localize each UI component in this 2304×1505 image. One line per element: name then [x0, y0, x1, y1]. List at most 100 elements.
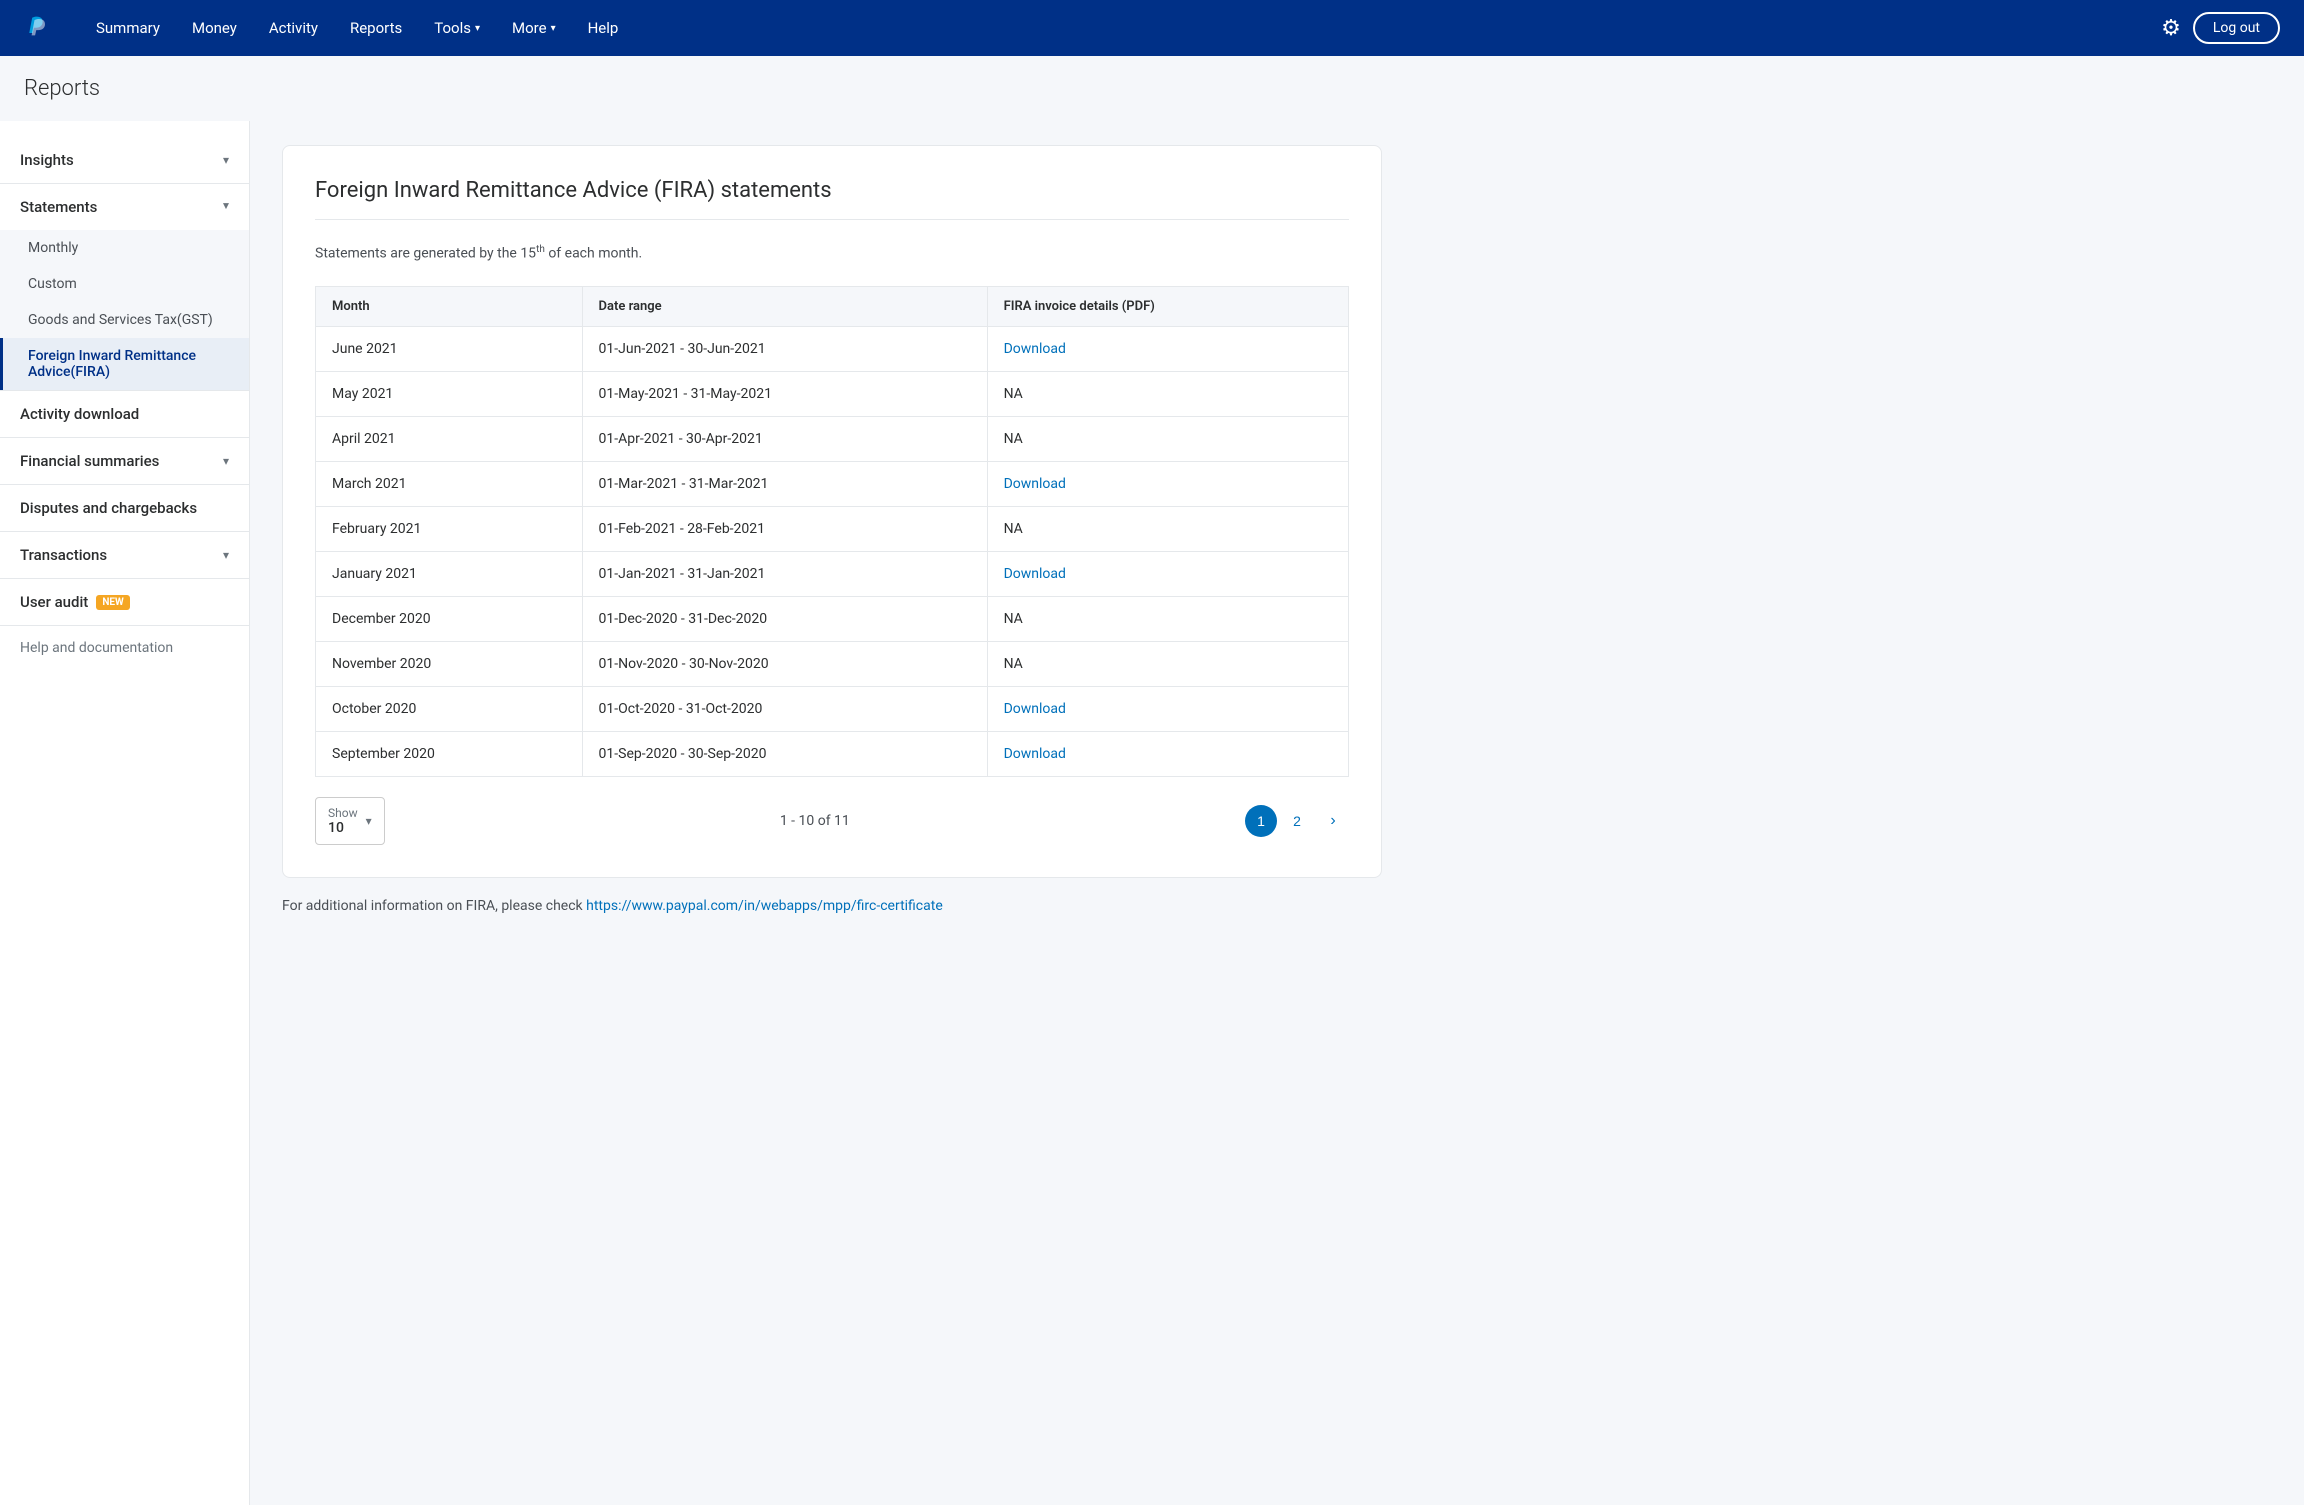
fira-certificate-link[interactable]: https://www.paypal.com/in/webapps/mpp/fi… — [586, 898, 943, 914]
sidebar-help[interactable]: Help and documentation — [0, 626, 249, 670]
nav-reports[interactable]: Reports — [338, 11, 414, 45]
insights-chevron-icon: ▾ — [223, 153, 229, 167]
logout-button[interactable]: Log out — [2193, 12, 2280, 44]
transactions-chevron-icon: ▾ — [223, 548, 229, 562]
page-title: Reports — [24, 76, 2280, 101]
sidebar-section-statements: Statements ▴ Monthly Custom Goods and Se… — [0, 184, 249, 391]
cell-fira[interactable]: Download — [987, 326, 1348, 371]
nav-help[interactable]: Help — [576, 11, 631, 45]
show-select-inner: Show 10 — [328, 806, 358, 836]
page-next-button[interactable]: › — [1317, 805, 1349, 837]
download-link[interactable]: Download — [1004, 476, 1066, 492]
table-header: Month Date range FIRA invoice details (P… — [316, 286, 1349, 326]
download-link[interactable]: Download — [1004, 566, 1066, 582]
pagination: 1 2 › — [1245, 805, 1349, 837]
table-row: January 202101-Jan-2021 - 31-Jan-2021 Dow… — [316, 551, 1349, 596]
sidebar-item-disputes[interactable]: Disputes and chargebacks — [0, 485, 249, 532]
cell-date-range: 01-Sep-2020 - 30-Sep-2020 — [582, 731, 987, 776]
cell-month: June 2021 — [316, 326, 583, 371]
table-row: February 202101-Feb-2021 - 28-Feb-2021NA — [316, 506, 1349, 551]
cell-date-range: 01-Mar-2021 - 31-Mar-2021 — [582, 461, 987, 506]
sidebar-item-gst[interactable]: Goods and Services Tax(GST) — [0, 302, 249, 338]
cell-month: November 2020 — [316, 641, 583, 686]
cell-date-range: 01-Jan-2021 - 31-Jan-2021 — [582, 551, 987, 596]
table-row: May 202101-May-2021 - 31-May-2021NA — [316, 371, 1349, 416]
cell-fira[interactable]: Download — [987, 551, 1348, 596]
more-chevron-icon: ▾ — [551, 23, 556, 34]
cell-fira: NA — [987, 641, 1348, 686]
main-nav: Summary Money Activity Reports Tools▾ Mo… — [84, 11, 2161, 45]
insights-label: Insights — [20, 151, 74, 169]
new-badge: NEW — [96, 595, 129, 610]
cell-fira: NA — [987, 371, 1348, 416]
nav-money[interactable]: Money — [180, 11, 249, 45]
cell-date-range: 01-Nov-2020 - 30-Nov-2020 — [582, 641, 987, 686]
financial-label: Financial summaries — [20, 452, 159, 470]
cell-fira: NA — [987, 596, 1348, 641]
page-1-button[interactable]: 1 — [1245, 805, 1277, 837]
content-card: Foreign Inward Remittance Advice (FIRA) … — [282, 145, 1382, 878]
paypal-logo — [24, 12, 52, 44]
sidebar-insights-header[interactable]: Insights ▾ — [0, 137, 249, 183]
main-content: Foreign Inward Remittance Advice (FIRA) … — [250, 121, 2304, 1505]
sidebar-transactions-header[interactable]: Transactions ▾ — [0, 532, 249, 578]
cell-month: January 2021 — [316, 551, 583, 596]
sidebar-section-insights: Insights ▾ — [0, 137, 249, 184]
table-row: October 202001-Oct-2020 - 31-Oct-2020 Dow… — [316, 686, 1349, 731]
statements-chevron-icon: ▴ — [223, 200, 229, 214]
show-select[interactable]: Show 10 ▾ — [315, 797, 385, 845]
table-row: June 202101-Jun-2021 - 30-Jun-2021Downlo… — [316, 326, 1349, 371]
table-row: April 202101-Apr-2021 - 30-Apr-2021NA — [316, 416, 1349, 461]
show-chevron-icon: ▾ — [366, 814, 372, 828]
table-row: March 202101-Mar-2021 - 31-Mar-2021 Downl… — [316, 461, 1349, 506]
nav-activity[interactable]: Activity — [257, 11, 330, 45]
cell-month: December 2020 — [316, 596, 583, 641]
show-label: Show — [328, 806, 358, 820]
nav-summary[interactable]: Summary — [84, 11, 172, 45]
statements-label: Statements — [20, 198, 97, 216]
table-row: November 202001-Nov-2020 - 30-Nov-2020NA — [316, 641, 1349, 686]
cell-date-range: 01-Oct-2020 - 31-Oct-2020 — [582, 686, 987, 731]
cell-month: October 2020 — [316, 686, 583, 731]
cell-date-range: 01-May-2021 - 31-May-2021 — [582, 371, 987, 416]
tools-chevron-icon: ▾ — [475, 23, 480, 34]
table-footer: Show 10 ▾ 1 - 10 of 11 1 2 › — [315, 797, 1349, 845]
cell-fira[interactable]: Download — [987, 731, 1348, 776]
content-title: Foreign Inward Remittance Advice (FIRA) … — [315, 178, 1349, 220]
fira-table: Month Date range FIRA invoice details (P… — [315, 286, 1349, 777]
sidebar-section-transactions: Transactions ▾ — [0, 532, 249, 579]
page-body: Insights ▾ Statements ▴ Monthly Custom G… — [0, 121, 2304, 1505]
sidebar: Insights ▾ Statements ▴ Monthly Custom G… — [0, 121, 250, 1505]
cell-month: March 2021 — [316, 461, 583, 506]
user-audit-label: User audit — [20, 593, 88, 611]
table-body: June 202101-Jun-2021 - 30-Jun-2021Downlo… — [316, 326, 1349, 776]
sidebar-financial-header[interactable]: Financial summaries ▾ — [0, 438, 249, 484]
site-header: Summary Money Activity Reports Tools▾ Mo… — [0, 0, 2304, 56]
page-2-button[interactable]: 2 — [1281, 805, 1313, 837]
content-subtitle: Statements are generated by the 15th of … — [315, 244, 1349, 262]
col-month: Month — [316, 286, 583, 326]
nav-tools[interactable]: Tools▾ — [422, 11, 492, 45]
sidebar-item-activity-download[interactable]: Activity download — [0, 391, 249, 438]
cell-fira[interactable]: Download — [987, 461, 1348, 506]
cell-date-range: 01-Feb-2021 - 28-Feb-2021 — [582, 506, 987, 551]
cell-date-range: 01-Apr-2021 - 30-Apr-2021 — [582, 416, 987, 461]
footer-note-text: For additional information on FIRA, plea… — [282, 898, 586, 914]
page-info: 1 - 10 of 11 — [780, 813, 850, 829]
cell-fira: NA — [987, 416, 1348, 461]
financial-chevron-icon: ▾ — [223, 454, 229, 468]
cell-fira[interactable]: Download — [987, 686, 1348, 731]
statements-sub-items: Monthly Custom Goods and Services Tax(GS… — [0, 230, 249, 390]
sidebar-item-monthly[interactable]: Monthly — [0, 230, 249, 266]
settings-button[interactable]: ⚙ — [2161, 15, 2181, 41]
download-link[interactable]: Download — [1004, 746, 1066, 762]
download-link[interactable]: Download — [1004, 341, 1066, 357]
sidebar-item-custom[interactable]: Custom — [0, 266, 249, 302]
gear-icon: ⚙ — [2161, 15, 2181, 41]
sidebar-statements-header[interactable]: Statements ▴ — [0, 184, 249, 230]
nav-more[interactable]: More▾ — [500, 11, 568, 45]
cell-date-range: 01-Dec-2020 - 31-Dec-2020 — [582, 596, 987, 641]
download-link[interactable]: Download — [1004, 701, 1066, 717]
sidebar-item-fira[interactable]: Foreign Inward Remittance Advice(FIRA) — [0, 338, 249, 390]
sidebar-item-user-audit[interactable]: User audit NEW — [0, 579, 249, 626]
